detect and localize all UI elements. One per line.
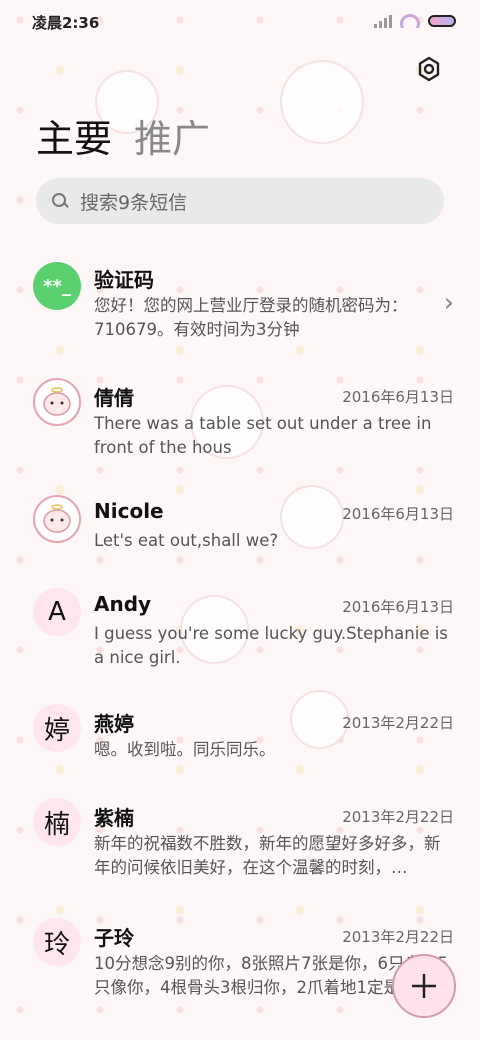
search-icon [52,193,68,209]
message-date: 2013年2月22日 [342,714,454,732]
avatar [33,378,81,426]
conversation-item[interactable]: **_ 验证码 › 您好！您的网上营业厅登录的随机密码为：710679。有效时间… [0,250,480,350]
avatar-text: 玲 [43,929,70,960]
message-date: 2016年6月13日 [342,388,454,406]
gear-icon [418,56,440,82]
contact-name: 倩倩 [94,386,134,410]
contact-name: 验证码 [94,268,154,292]
message-preview: 您好！您的网上营业厅登录的随机密码为：710679。有效时间为3分钟 [94,296,408,339]
conversation-item[interactable]: 倩倩 2016年6月13日 There was a table set out … [0,368,480,468]
message-preview: Let's eat out,shall we? [94,531,279,550]
contact-name: Nicole [94,499,164,523]
avatar: 楠 [33,798,81,846]
tab-main[interactable]: 主要 [36,108,112,163]
tab-promo[interactable]: 推广 [134,108,210,163]
signal-icon [374,14,392,28]
avatar: A [33,588,81,636]
cartoon-avatar-icon [43,387,71,416]
search-bar[interactable]: 搜索9条短信 [36,178,444,224]
status-bar: 凌晨2:36 [0,0,480,44]
message-preview: 嗯。收到啦。同乐同乐。 [94,740,276,759]
contact-name: 燕婷 [94,712,134,736]
status-time: 凌晨2:36 [32,14,100,32]
message-preview: There was a table set out under a tree i… [94,414,432,457]
message-date: 2016年6月13日 [342,505,454,523]
avatar: 玲 [33,918,81,966]
compose-button[interactable] [392,954,456,1018]
message-date: 2013年2月22日 [342,928,454,946]
contact-name: Andy [94,592,152,616]
conversation-item[interactable]: 婷 燕婷 2013年2月22日 嗯。收到啦。同乐同乐。 [0,696,480,786]
avatar: **_ [33,262,81,310]
contact-name: 子玲 [94,926,134,950]
chevron-right-icon: › [443,288,454,318]
conversation-item[interactable]: 楠 紫楠 2013年2月22日 新年的祝福数不胜数，新年的愿望好多好多，新年的问… [0,790,480,900]
conversation-item[interactable]: Nicole 2016年6月13日 Let's eat out,shall we… [0,485,480,575]
battery-icon [428,15,456,27]
settings-button[interactable] [416,56,442,82]
avatar-text: **_ [43,275,71,297]
wallpaper-decoration [280,60,364,144]
message-preview: I guess you're some lucky guy.Stephanie … [94,624,448,667]
avatar: 婷 [33,704,81,752]
conversation-item[interactable]: A Andy 2016年6月13日 I guess you're some lu… [0,578,480,678]
wifi-icon [400,14,420,28]
contact-name: 紫楠 [94,806,134,830]
cartoon-avatar-icon [43,504,71,533]
message-date: 2013年2月22日 [342,808,454,826]
avatar [33,495,81,543]
avatar-text: A [48,597,66,627]
search-placeholder: 搜索9条短信 [80,191,188,214]
avatar-text: 楠 [43,809,70,840]
message-date: 2016年6月13日 [342,598,454,616]
plus-icon [412,974,436,998]
avatar-text: 婷 [43,715,70,746]
tab-bar: 主要 推广 [36,108,210,163]
message-preview: 新年的祝福数不胜数，新年的愿望好多好多，新年的问候依旧美好，在这个温馨的时刻，… [94,834,441,877]
status-icons [374,12,456,30]
